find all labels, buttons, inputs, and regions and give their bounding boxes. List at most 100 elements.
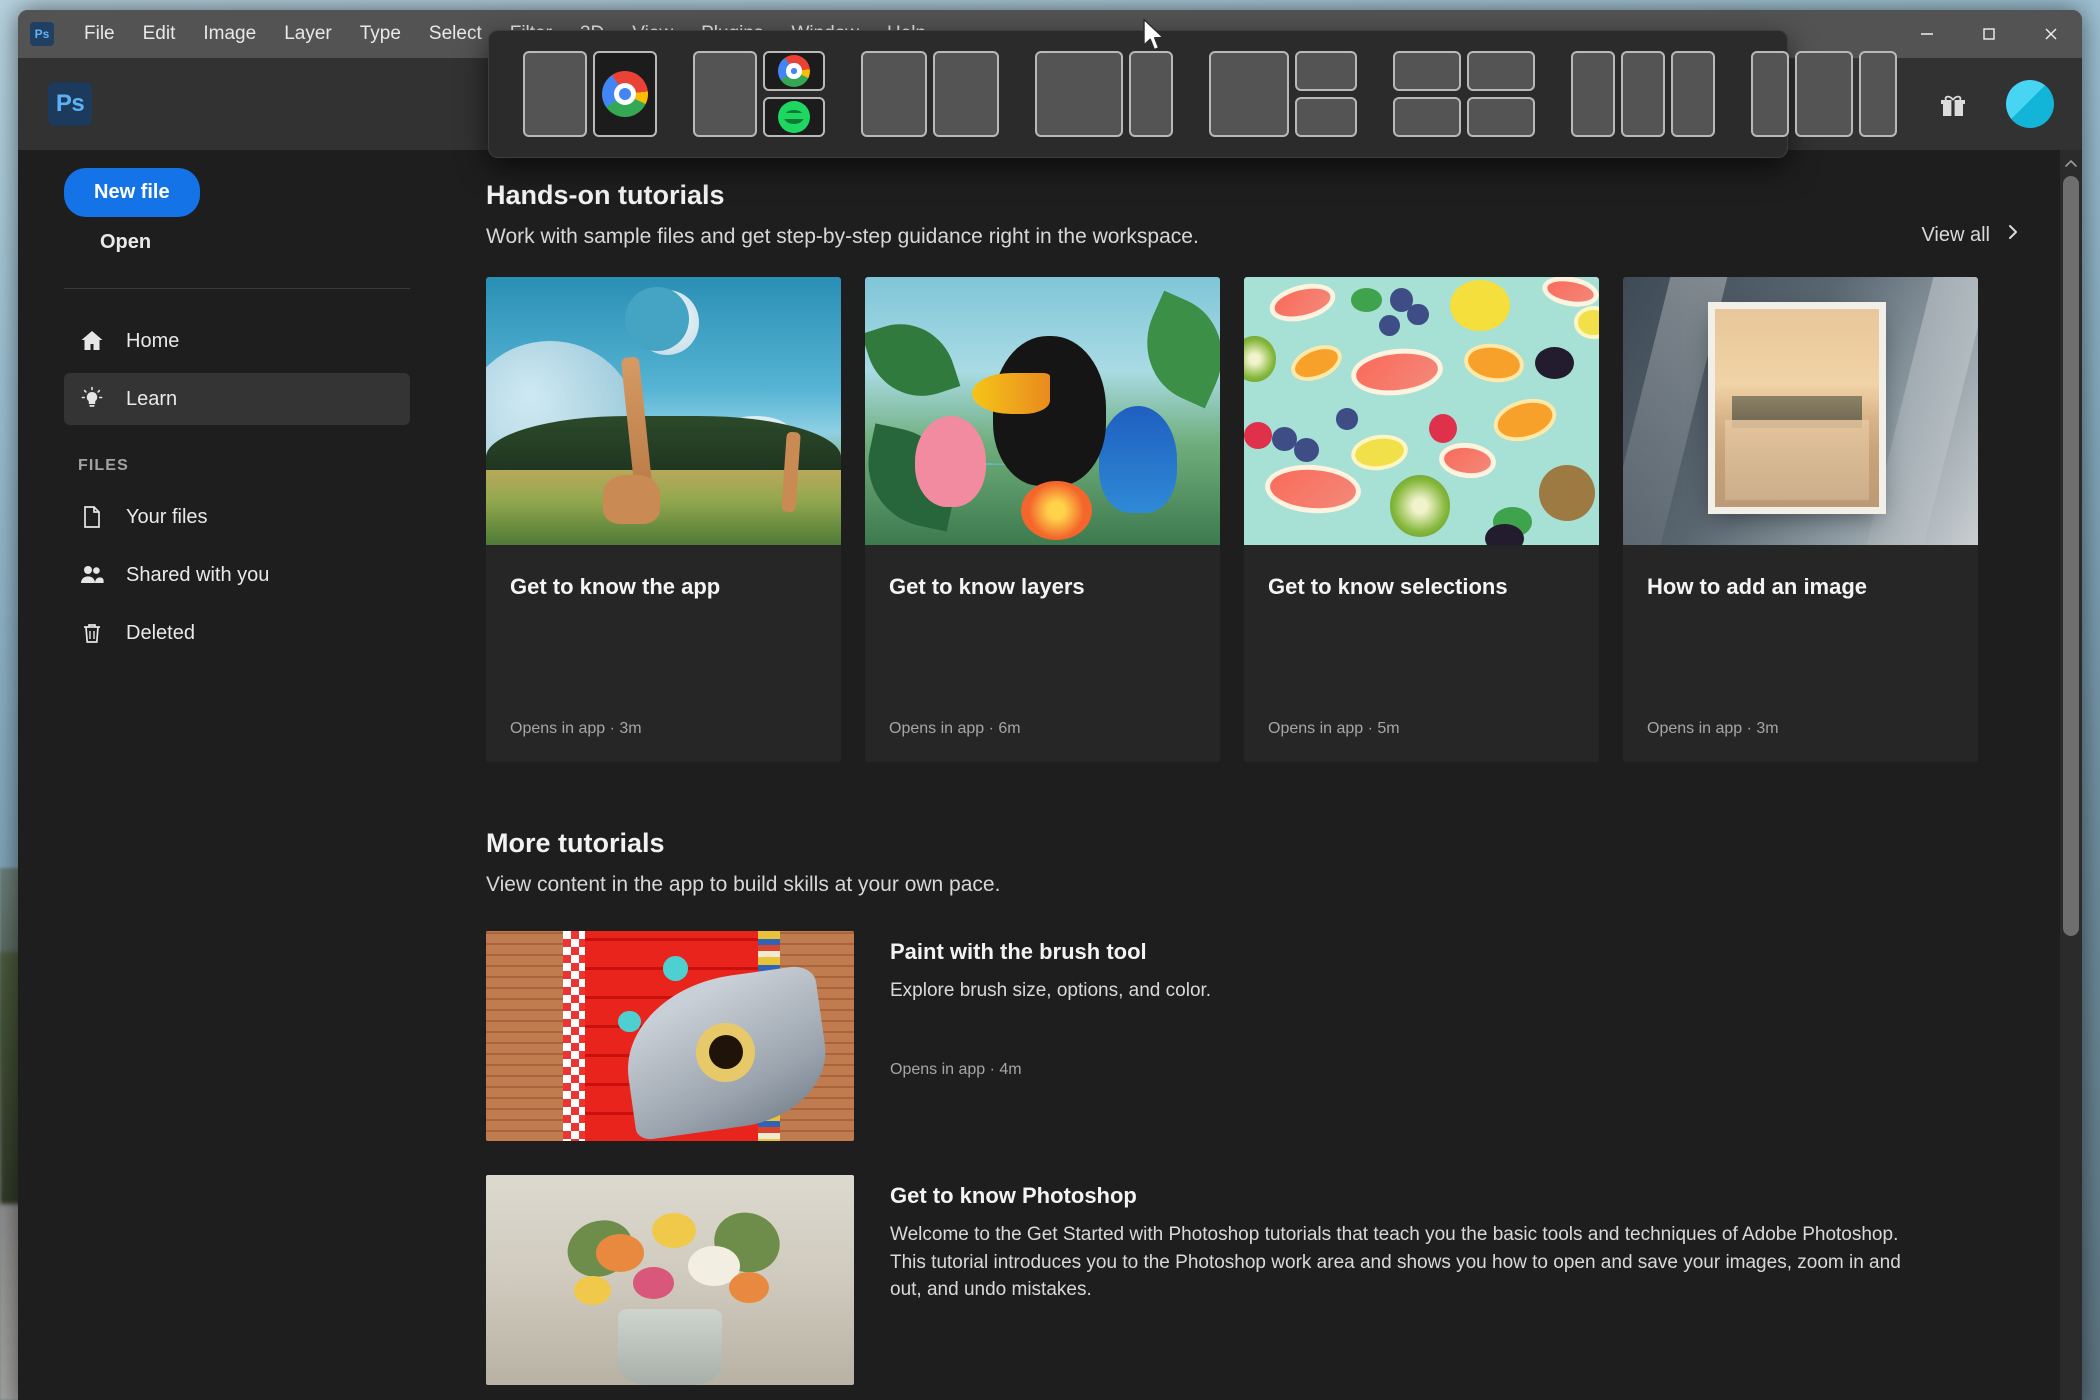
snap-cell[interactable] <box>1467 51 1535 91</box>
more-tutorials-title: More tutorials <box>486 828 2022 859</box>
sidebar-divider <box>64 288 410 289</box>
sidebar-item-shared-with-you[interactable]: Shared with you <box>64 549 410 601</box>
people-icon <box>78 561 106 589</box>
tutorial-list-desc: Welcome to the Get Started with Photosho… <box>890 1221 1935 1304</box>
tutorial-list-title: Get to know Photoshop <box>890 1183 2022 1209</box>
blackberry <box>1535 347 1574 379</box>
checker-stripe <box>563 931 585 1141</box>
snap-cell[interactable] <box>1035 51 1123 137</box>
hands-on-subtitle-row: Work with sample files and get step-by-s… <box>486 211 2022 249</box>
menu-layer[interactable]: Layer <box>270 17 346 51</box>
menu-edit[interactable]: Edit <box>129 17 190 51</box>
tutorial-list-title: Paint with the brush tool <box>890 939 2022 965</box>
sidebar-item-deleted-label: Deleted <box>126 622 195 645</box>
more-tutorials-subtitle: View content in the app to build skills … <box>486 873 2022 897</box>
view-all-label: View all <box>1921 224 1990 247</box>
snap-cell[interactable] <box>861 51 927 137</box>
tutorial-card[interactable]: How to add an image Opens in app · 3m <box>1623 277 1978 762</box>
snap-cell[interactable] <box>1795 51 1853 137</box>
window-controls <box>1896 10 2082 58</box>
hands-on-section: Hands-on tutorials Work with sample file… <box>486 180 2022 762</box>
photoshop-logo: Ps <box>48 82 92 126</box>
blueberry <box>1336 408 1357 429</box>
tutorial-card[interactable]: Get to know the app Opens in app · 3m <box>486 277 841 762</box>
snap-cell[interactable] <box>1295 51 1357 91</box>
sidebar-item-deleted[interactable]: Deleted <box>64 607 410 659</box>
tutorial-card[interactable]: Get to know selections Opens in app · 5m <box>1244 277 1599 762</box>
snap-cell[interactable] <box>1393 97 1461 137</box>
snap-layout-three-equal-columns[interactable] <box>1553 51 1733 137</box>
snap-cell-spotify[interactable] <box>763 97 825 137</box>
snap-stacked-column <box>1393 51 1461 137</box>
brick-wall-left <box>486 931 574 1141</box>
vertical-scrollbar[interactable] <box>2060 150 2082 1400</box>
tutorial-list-body: Paint with the brush tool Explore brush … <box>890 931 2022 1141</box>
blueberry <box>1294 438 1319 462</box>
snap-layout-wide-left-narrow-right[interactable] <box>1017 51 1191 137</box>
whole-lemon <box>1450 280 1510 331</box>
photoshop-mini-logo: Ps <box>30 22 54 46</box>
snap-cell[interactable] <box>1671 51 1715 137</box>
snap-cell[interactable] <box>693 51 757 137</box>
sidebar-item-home[interactable]: Home <box>64 315 410 367</box>
menu-image[interactable]: Image <box>189 17 270 51</box>
tutorial-list-item[interactable]: Get to know Photoshop Welcome to the Get… <box>486 1175 2022 1385</box>
lemon-slice <box>1348 431 1409 473</box>
tutorial-card-thumbnail <box>865 277 1220 545</box>
snap-cell[interactable] <box>1467 97 1535 137</box>
orange-slice <box>1488 392 1560 448</box>
user-avatar[interactable] <box>2006 80 2054 128</box>
snap-layout-two-column-split[interactable] <box>505 51 675 137</box>
snap-layouts-flyout[interactable] <box>488 30 1788 158</box>
sidebar-files-header: FILES <box>64 431 410 491</box>
close-button[interactable] <box>2020 10 2082 58</box>
sidebar-item-learn[interactable]: Learn <box>64 373 410 425</box>
hands-on-subtitle: Work with sample files and get step-by-s… <box>486 225 1199 249</box>
sidebar-item-your-files[interactable]: Your files <box>64 491 410 543</box>
whole-kiwi <box>1539 465 1596 521</box>
scrollbar-thumb[interactable] <box>2063 176 2079 936</box>
snap-cell[interactable] <box>1751 51 1789 137</box>
snap-cell[interactable] <box>1209 51 1289 137</box>
giraffe-body <box>603 475 660 523</box>
open-button[interactable]: Open <box>64 217 410 268</box>
snap-layout-two-column-with-stack[interactable] <box>675 51 843 137</box>
maximize-button[interactable] <box>1958 10 2020 58</box>
tutorial-list-item[interactable]: Paint with the brush tool Explore brush … <box>486 931 2022 1141</box>
snap-cell[interactable] <box>1859 51 1897 137</box>
view-all-link[interactable]: View all <box>1921 223 2022 249</box>
tutorial-card[interactable]: Get to know layers Opens in app · 6m <box>865 277 1220 762</box>
snap-layout-quad-grid[interactable] <box>1375 51 1553 137</box>
snap-cell[interactable] <box>1571 51 1615 137</box>
menu-type[interactable]: Type <box>346 17 415 51</box>
menu-file[interactable]: File <box>70 17 129 51</box>
snap-cell[interactable] <box>1295 97 1357 137</box>
sidebar-item-learn-label: Learn <box>126 388 177 411</box>
tutorial-list-thumbnail <box>486 1175 854 1385</box>
gift-icon[interactable] <box>1934 85 1972 123</box>
tutorial-card-meta: Opens in app · 5m <box>1244 720 1599 762</box>
snap-layout-three-column-variant[interactable] <box>1733 51 1915 137</box>
snap-cell[interactable] <box>933 51 999 137</box>
home-icon <box>78 327 106 355</box>
spotify-icon <box>778 101 810 133</box>
snap-cell[interactable] <box>523 51 587 137</box>
snap-layout-two-equal-columns[interactable] <box>843 51 1017 137</box>
main-content: Hands-on tutorials Work with sample file… <box>438 150 2082 1400</box>
snap-cell[interactable] <box>1621 51 1665 137</box>
menu-select[interactable]: Select <box>415 17 496 51</box>
new-file-button[interactable]: New file <box>64 168 200 217</box>
snap-cell-chrome[interactable] <box>763 51 825 91</box>
snap-cell-chrome[interactable] <box>593 51 657 137</box>
orange-slice <box>1462 340 1527 386</box>
fish-eye <box>696 1023 755 1082</box>
scroll-up-icon[interactable] <box>2060 150 2082 176</box>
tutorial-card-thumbnail <box>486 277 841 545</box>
tutorial-card-title: Get to know layers <box>865 545 1220 601</box>
chevron-right-icon <box>2004 223 2022 247</box>
snap-cell[interactable] <box>1393 51 1461 91</box>
pink-flower <box>633 1267 673 1299</box>
mouse-cursor <box>1142 18 1168 59</box>
snap-cell[interactable] <box>1129 51 1173 137</box>
snap-layout-left-column-right-stacked[interactable] <box>1191 51 1375 137</box>
